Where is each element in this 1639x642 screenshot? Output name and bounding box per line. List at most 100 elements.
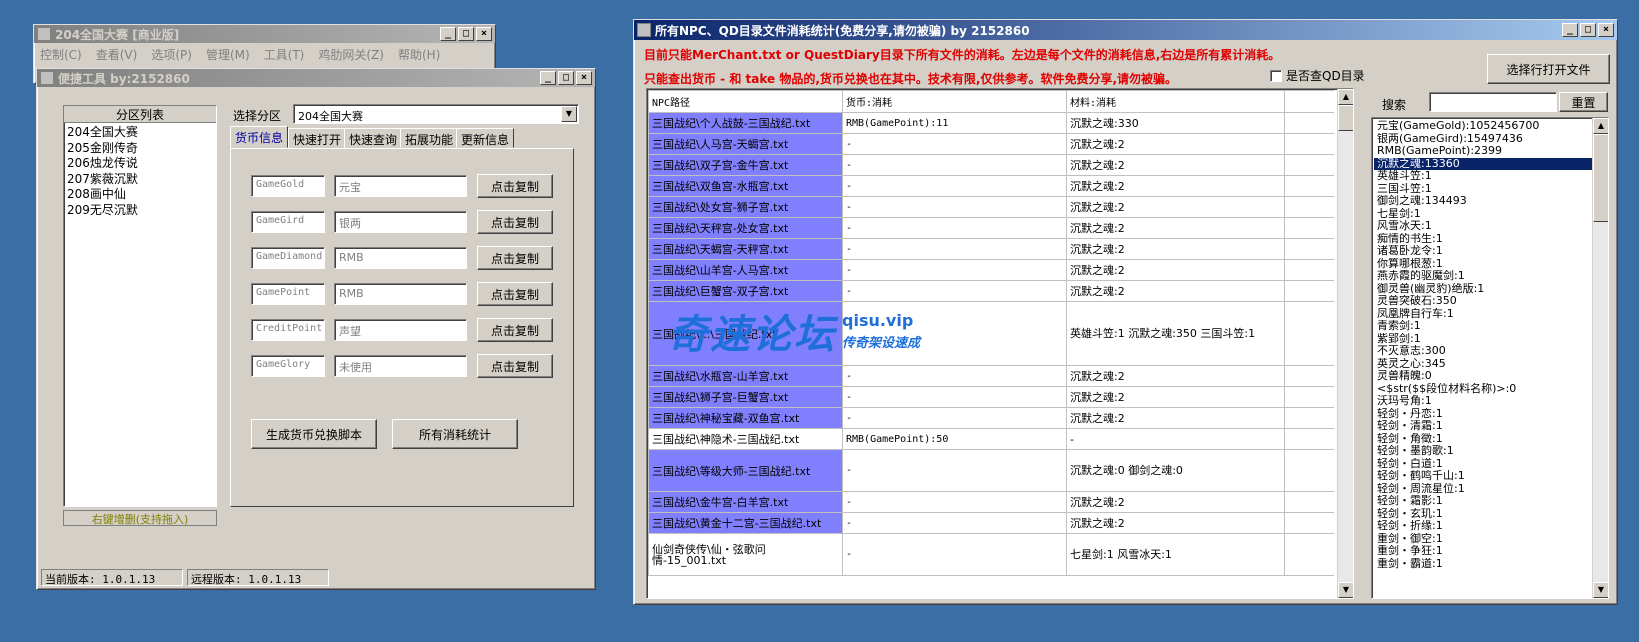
totals-list-item[interactable]: 轻剑・清霜:1: [1374, 420, 1592, 433]
totals-list-item[interactable]: 七星剑:1: [1374, 208, 1592, 221]
scroll-thumb[interactable]: [1593, 134, 1608, 222]
totals-list-item[interactable]: 沉默之魂:13360: [1374, 157, 1592, 170]
totals-list-item[interactable]: 银两(GameGird):15497436: [1374, 133, 1592, 146]
currency-name-field[interactable]: 元宝: [334, 175, 467, 197]
totals-vertical-scrollbar[interactable]: ▲ ▼: [1592, 118, 1608, 598]
dropdown-arrow-icon[interactable]: ▼: [561, 106, 577, 122]
zone-list-item[interactable]: 206烛龙传说: [64, 156, 216, 172]
cell-path[interactable]: 三国战纪\黄金十二宫-三国战纪.txt: [648, 512, 843, 534]
totals-list-item[interactable]: 重剑・御空:1: [1374, 533, 1592, 546]
tab-currency[interactable]: 货币信息: [230, 126, 289, 148]
totals-list-item[interactable]: 不灭意志:300: [1374, 345, 1592, 358]
totals-list-item[interactable]: 凤凰牌自行车:1: [1374, 308, 1592, 321]
cell-path[interactable]: 三国战纪\巨蟹宫-双子宫.txt: [648, 280, 843, 302]
totals-list-item[interactable]: <$str($$段位材料名称)>:0: [1374, 383, 1592, 396]
scroll-down-icon[interactable]: ▼: [1338, 582, 1353, 598]
totals-list-item[interactable]: 三国斗笠:1: [1374, 183, 1592, 196]
cell-path[interactable]: 三国战纪\山羊宫-人马宫.txt: [648, 259, 843, 281]
maximize-button[interactable]: □: [1580, 23, 1596, 37]
table-row[interactable]: 三国战纪\狮子宫-巨蟹宫.txt - 沉默之魂:2: [648, 386, 1334, 408]
cell-path[interactable]: 三国战纪\狮子宫-巨蟹宫.txt: [648, 386, 843, 408]
scroll-up-icon[interactable]: ▲: [1593, 118, 1608, 134]
search-input[interactable]: [1429, 92, 1557, 112]
stats-titlebar[interactable]: 所有NPC、QD目录文件消耗统计(免费分享,请勿被骗) by 2152860 _…: [634, 20, 1617, 40]
zone-list-item[interactable]: 205金刚传奇: [64, 141, 216, 157]
totals-list-item[interactable]: 轻剑・霜影:1: [1374, 495, 1592, 508]
table-row[interactable]: 三国战纪\双鱼宫-水瓶宫.txt - 沉默之魂:2: [648, 175, 1334, 197]
copy-button[interactable]: 点击复制: [477, 354, 553, 378]
cell-path[interactable]: 三国战纪\神隐术-三国战纪.txt: [648, 428, 843, 450]
totals-list[interactable]: 元宝(GameGold):1052456700 银两(GameGird):1549…: [1371, 117, 1609, 599]
maximize-button[interactable]: □: [458, 27, 474, 41]
copy-button[interactable]: 点击复制: [477, 318, 553, 342]
totals-list-item[interactable]: 英雄斗笠:1: [1374, 170, 1592, 183]
menu-view[interactable]: 查看(V): [96, 46, 138, 63]
qd-checkbox-group[interactable]: 是否查QD目录: [1270, 67, 1365, 84]
copy-button[interactable]: 点击复制: [477, 282, 553, 306]
table-row[interactable]: 三国战纪\个人战鼓-三国战纪.txt RMB(GamePoint):11 沉默之魂:…: [648, 112, 1334, 134]
totals-list-item[interactable]: 英灵之心:345: [1374, 358, 1592, 371]
copy-button[interactable]: 点击复制: [477, 210, 553, 234]
table-row[interactable]: 三国战纪\神隐术-三国战纪.txt RMB(GamePoint):50-: [648, 428, 1334, 450]
tab-extensions[interactable]: 拓展功能: [400, 128, 459, 148]
currency-key-field[interactable]: GameGold: [251, 175, 325, 197]
qd-checkbox[interactable]: [1270, 69, 1282, 82]
tab-quick-query[interactable]: 快速查询: [344, 128, 403, 148]
totals-list-item[interactable]: 轻剑・墨韵歌:1: [1374, 445, 1592, 458]
copy-button[interactable]: 点击复制: [477, 174, 553, 198]
currency-name-field[interactable]: RMB: [334, 247, 467, 269]
cell-path[interactable]: 三国战纪\金牛宫-白羊宫.txt: [648, 491, 843, 513]
table-row[interactable]: 三国战纪\天秤宫-处女宫.txt - 沉默之魂:2: [648, 217, 1334, 239]
totals-list-item[interactable]: 重剑・霸道:1: [1374, 558, 1592, 571]
totals-list-item[interactable]: 御灵兽(幽灵豹)绝版:1: [1374, 283, 1592, 296]
currency-name-field[interactable]: 声望: [334, 319, 467, 341]
column-header-path[interactable]: NPC路径: [648, 90, 843, 113]
totals-list-item[interactable]: 轻剑・丹恋:1: [1374, 408, 1592, 421]
tab-quick-open[interactable]: 快速打开: [288, 128, 347, 148]
totals-list-item[interactable]: 诸葛卧龙令:1: [1374, 245, 1592, 258]
totals-list-item[interactable]: 灵兽突破石:350: [1374, 295, 1592, 308]
cell-path[interactable]: 三国战纪\个人战鼓-三国战纪.txt: [648, 112, 843, 134]
totals-list-item[interactable]: 你算哪根葱:1: [1374, 258, 1592, 271]
totals-list-item[interactable]: 重剑・争狂:1: [1374, 545, 1592, 558]
zone-list-item[interactable]: 207紫薇沉默: [64, 172, 216, 188]
close-button[interactable]: ×: [476, 27, 492, 41]
totals-list-item[interactable]: 轻剑・鹤鸣千山:1: [1374, 470, 1592, 483]
cell-path[interactable]: 三国战纪\天蝎宫-天秤宫.txt: [648, 238, 843, 260]
totals-list-item[interactable]: 风雪冰天:1: [1374, 220, 1592, 233]
cell-path[interactable]: 三国战纪\神秘宝藏-双鱼宫.txt: [648, 407, 843, 429]
currency-key-field[interactable]: GameDiamond: [251, 247, 325, 269]
table-row[interactable]: 三国战纪\处女宫-狮子宫.txt - 沉默之魂:2: [648, 196, 1334, 218]
zone-list-item[interactable]: 204全国大赛: [64, 125, 216, 141]
table-row[interactable]: 三国战纪\水瓶宫-山羊宫.txt - 沉默之魂:2: [648, 365, 1334, 387]
cell-path[interactable]: 三国战纪\人马宫-天蝎宫.txt: [648, 133, 843, 155]
menu-help[interactable]: 帮助(H): [398, 46, 440, 63]
totals-list-item[interactable]: 灵兽精魄:0: [1374, 370, 1592, 383]
totals-list-item[interactable]: 沃玛号角:1: [1374, 395, 1592, 408]
totals-list-item[interactable]: 轻剑・白道:1: [1374, 458, 1592, 471]
currency-key-field[interactable]: GamePoint: [251, 283, 325, 305]
table-row[interactable]: 仙剑奇侠传\仙・弦歌问情-15_001.txt - 七星剑:1 风雪冰天:1: [648, 533, 1334, 576]
table-row[interactable]: 三国战纪\神秘宝藏-双鱼宫.txt - 沉默之魂:2: [648, 407, 1334, 429]
close-button[interactable]: ×: [576, 71, 592, 85]
currency-name-field[interactable]: RMB: [334, 283, 467, 305]
cell-path[interactable]: 三国战纪\处女宫-狮子宫.txt: [648, 196, 843, 218]
currency-name-field[interactable]: 未使用: [334, 355, 467, 377]
zone-list-item[interactable]: 208画中仙: [64, 187, 216, 203]
close-button[interactable]: ×: [1598, 23, 1614, 37]
table-row[interactable]: 三国战纪\双子宫-金牛宫.txt - 沉默之魂:2: [648, 154, 1334, 176]
currency-key-field[interactable]: CreditPoint: [251, 319, 325, 341]
totals-list-item[interactable]: 紫郢剑:1: [1374, 333, 1592, 346]
scroll-thumb[interactable]: [1338, 105, 1353, 131]
minimize-button[interactable]: _: [540, 71, 556, 85]
column-header-currency[interactable]: 货币:消耗: [842, 90, 1067, 113]
table-row[interactable]: 三国战纪\金牛宫-白羊宫.txt - 沉默之魂:2: [648, 491, 1334, 513]
table-vertical-scrollbar[interactable]: ▲ ▼: [1337, 89, 1353, 598]
scroll-up-icon[interactable]: ▲: [1338, 89, 1353, 105]
cell-path[interactable]: 三国战纪\等级大师-三国战纪.txt: [648, 449, 843, 492]
zone-list-item[interactable]: 209无尽沉默: [64, 203, 216, 219]
totals-list-item[interactable]: 轻剑・玄玑:1: [1374, 508, 1592, 521]
tool-titlebar[interactable]: 便捷工具 by:2152860 _ □ ×: [37, 69, 595, 87]
totals-list-item[interactable]: 轻剑・折缘:1: [1374, 520, 1592, 533]
menu-control[interactable]: 控制(C): [40, 46, 82, 63]
